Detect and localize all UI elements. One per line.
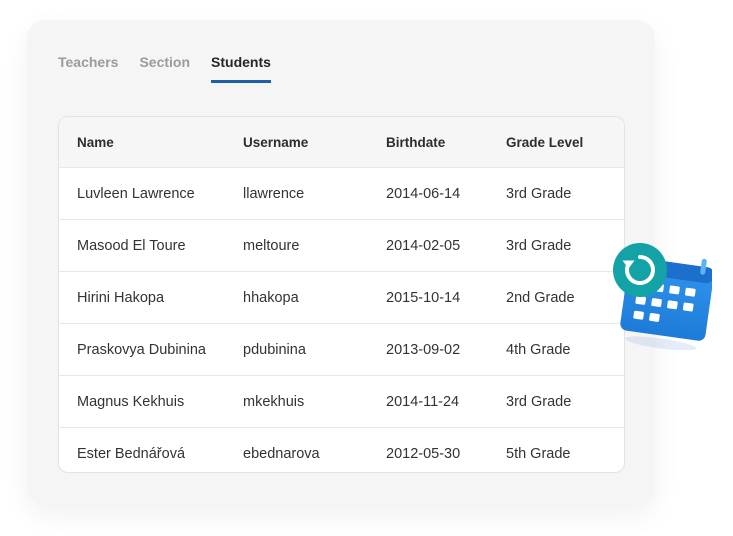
column-header-birthdate[interactable]: Birthdate: [386, 117, 445, 167]
tab-students[interactable]: Students: [211, 54, 271, 83]
table-row[interactable]: Masood El Toure meltoure 2014-02-05 3rd …: [59, 220, 624, 272]
column-header-name[interactable]: Name: [77, 117, 114, 167]
table-row[interactable]: Praskovya Dubinina pdubinina 2013-09-02 …: [59, 324, 624, 376]
student-name: Luvleen Lawrence: [77, 185, 195, 202]
column-header-username[interactable]: Username: [243, 117, 308, 167]
student-birthdate: 2014-02-05: [386, 237, 461, 254]
student-name: Praskovya Dubinina: [77, 341, 206, 358]
student-birthdate: 2014-06-14: [386, 185, 461, 202]
student-username: llawrence: [243, 185, 305, 202]
student-birthdate: 2014-11-24: [386, 393, 460, 410]
student-grade-level: 2nd Grade: [506, 289, 575, 306]
student-birthdate: 2013-09-02: [386, 341, 461, 358]
table-header-row: Name Username Birthdate Grade Level: [59, 117, 624, 168]
student-name: Magnus Kekhuis: [77, 393, 185, 410]
student-grade-level: 4th Grade: [506, 341, 571, 358]
student-birthdate: 2012-05-30: [386, 445, 461, 462]
student-name: Masood El Toure: [77, 237, 186, 254]
table-row[interactable]: Magnus Kekhuis mkekhuis 2014-11-24 3rd G…: [59, 376, 624, 428]
student-username: mkekhuis: [243, 393, 305, 410]
tab-teachers[interactable]: Teachers: [58, 54, 118, 83]
table-row[interactable]: Hirini Hakopa hhakopa 2015-10-14 2nd Gra…: [59, 272, 624, 324]
table-row[interactable]: Ester Bednářová ebednarova 2012-05-30 5t…: [59, 428, 624, 472]
student-username: ebednarova: [243, 445, 320, 462]
student-birthdate: 2015-10-14: [386, 289, 461, 306]
student-grade-level: 3rd Grade: [506, 393, 572, 410]
student-grade-level: 3rd Grade: [506, 237, 572, 254]
refresh-icon: [613, 243, 667, 297]
tab-section[interactable]: Section: [139, 54, 190, 83]
student-username: hhakopa: [243, 289, 299, 306]
student-grade-level: 5th Grade: [506, 445, 571, 462]
table-row[interactable]: Luvleen Lawrence llawrence 2014-06-14 3r…: [59, 168, 624, 220]
student-name: Ester Bednářová: [77, 445, 186, 462]
students-panel: Teachers Section Students Name Username …: [27, 20, 655, 505]
student-name: Hirini Hakopa: [77, 289, 165, 306]
student-username: meltoure: [243, 237, 300, 254]
student-grade-level: 3rd Grade: [506, 185, 572, 202]
tab-bar: Teachers Section Students: [58, 54, 271, 83]
students-table: Name Username Birthdate Grade Level Luvl…: [58, 116, 625, 473]
calendar-icon: [612, 240, 714, 351]
column-header-grade-level[interactable]: Grade Level: [506, 117, 583, 167]
student-username: pdubinina: [243, 341, 306, 358]
